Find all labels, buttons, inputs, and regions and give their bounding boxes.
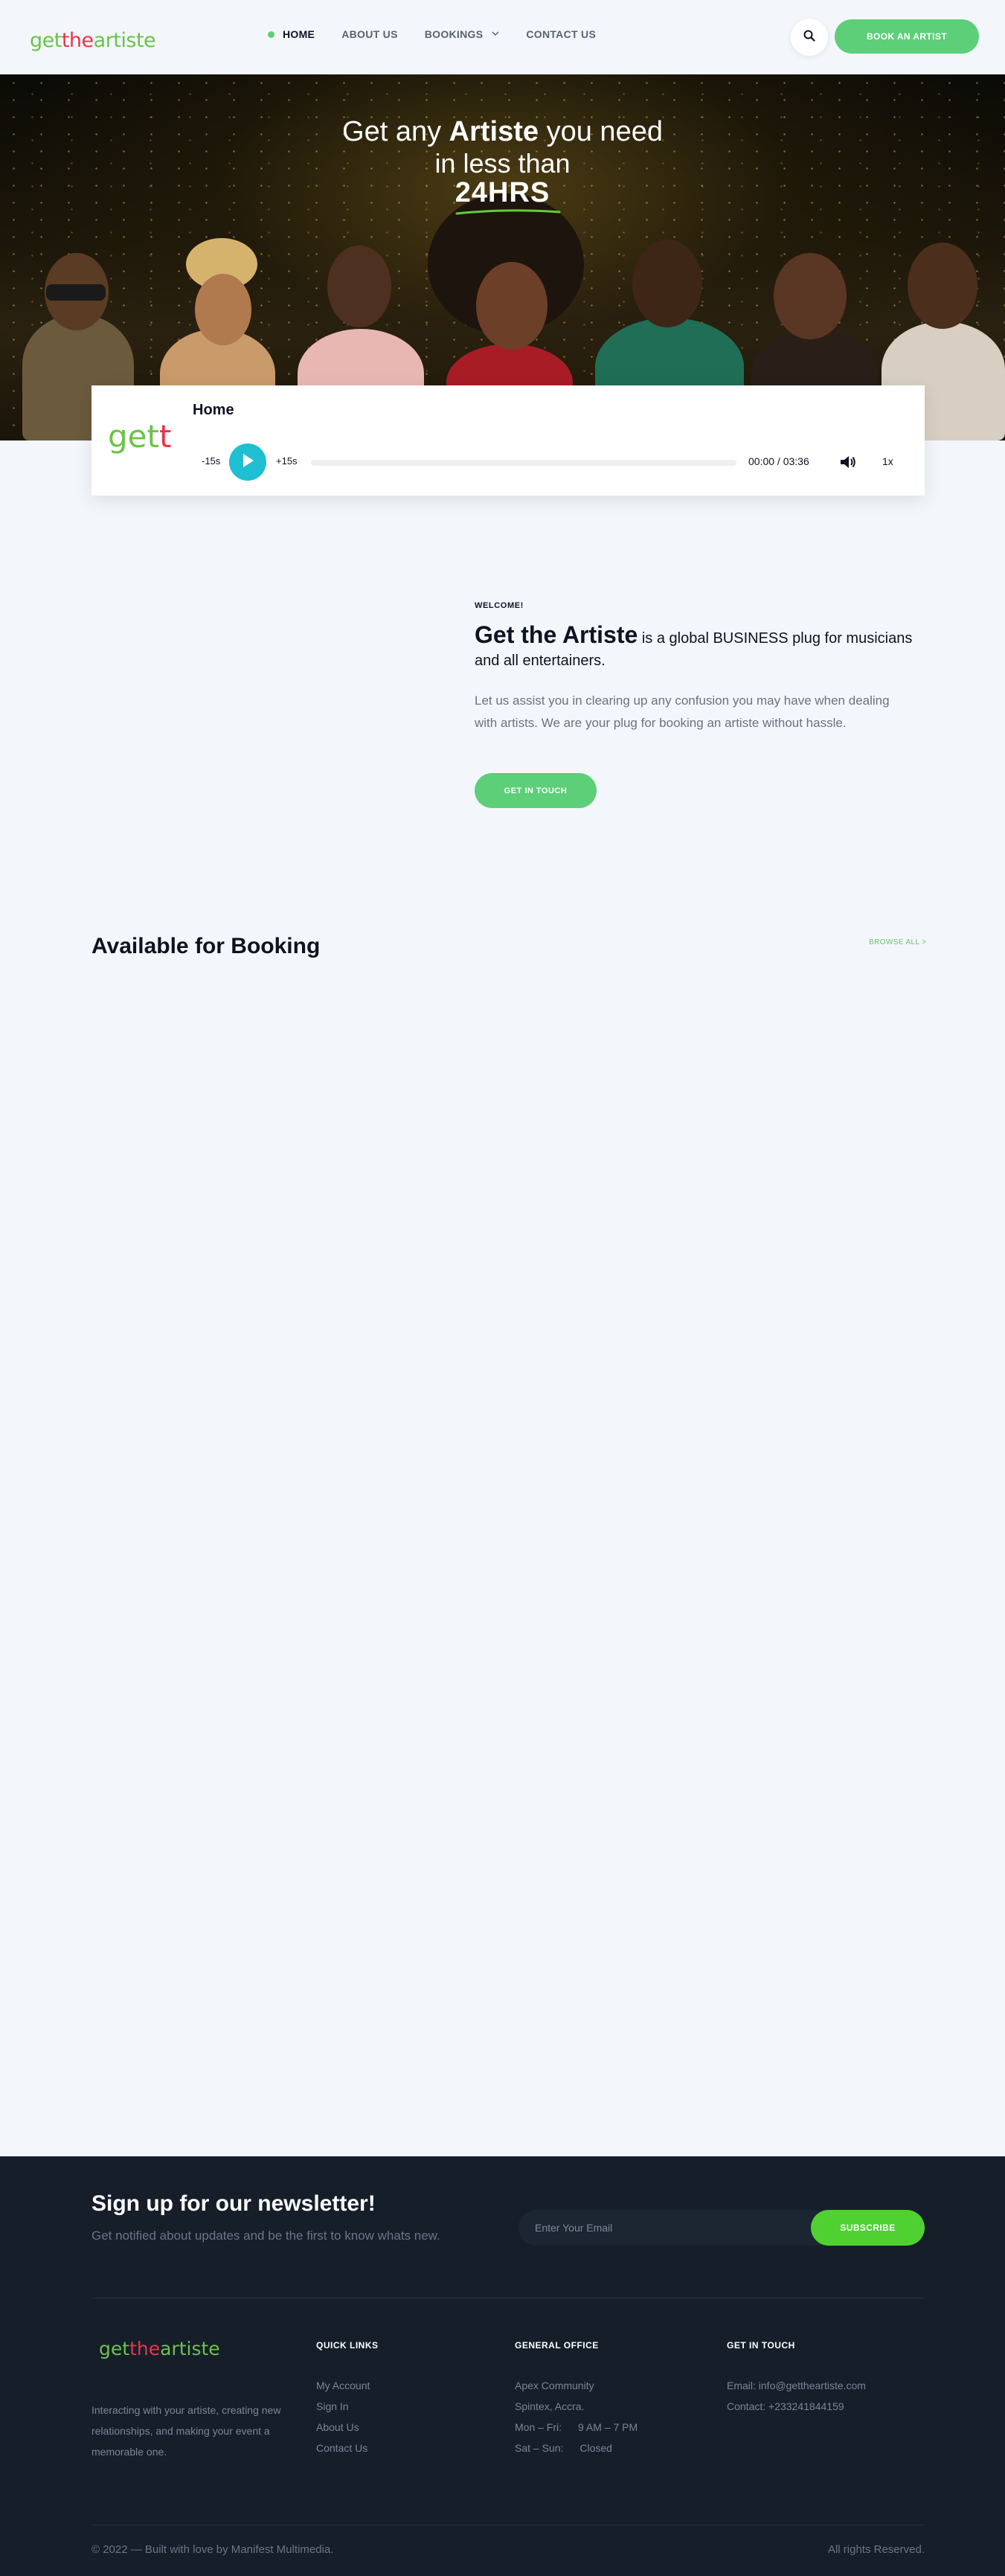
track-title: Home xyxy=(193,402,234,418)
hero-highlight: 24HRS xyxy=(455,177,550,208)
hero-subline: in less than xyxy=(434,148,571,179)
office-hours-day: Mon – Fri: xyxy=(515,2421,562,2433)
nav-item-label: ABOUT US xyxy=(341,28,398,40)
volume-button[interactable] xyxy=(839,454,857,474)
quick-links-list: My Account Sign In About Us Contact Us xyxy=(316,2375,370,2458)
contact-details: Email: info@gettheartiste.com Contact: +… xyxy=(727,2375,866,2417)
nav-item-label: BOOKINGS xyxy=(424,28,484,40)
welcome-eyebrow: WELCOME! xyxy=(475,601,524,610)
contact-email[interactable]: Email: info@gettheartiste.com xyxy=(727,2375,866,2396)
playback-rate-button[interactable]: 1x xyxy=(882,455,893,467)
site-header: get the artiste HOME ABOUT US BOOKINGS CON… xyxy=(0,0,1005,74)
welcome-heading-bold: Get the Artiste xyxy=(475,621,638,648)
hero-headline-post: you need xyxy=(539,116,663,147)
office-address-line: Spintex, Accra. xyxy=(515,2400,585,2412)
welcome-description: Let us assist you in clearing up any con… xyxy=(475,693,890,730)
office-hours-row: Sat – Sun: Closed xyxy=(515,2438,638,2458)
subscribe-button[interactable]: SUBSCRIBE xyxy=(811,2210,925,2246)
copyright-text: © 2022 — Built with love by Manifest Mul… xyxy=(91,2543,334,2556)
search-button[interactable] xyxy=(791,19,828,56)
footer-logo[interactable]: gettheartiste xyxy=(99,2338,220,2359)
progress-bar[interactable] xyxy=(311,460,736,466)
footer-link-sign-in[interactable]: Sign In xyxy=(316,2396,370,2417)
office-hours-time: 9 AM – 7 PM xyxy=(578,2421,638,2433)
nav-item-label: CONTACT US xyxy=(526,28,597,40)
hero-underline-swoosh xyxy=(455,209,561,215)
search-icon xyxy=(803,30,815,45)
contact-phone[interactable]: Contact: +233241844159 xyxy=(727,2396,866,2417)
hero-headline: Get any Artiste you need xyxy=(0,118,1005,146)
player-artwork: gett xyxy=(108,418,172,455)
rights-text: All rights Reserved. xyxy=(827,2543,925,2556)
nav-item-bookings[interactable]: BOOKINGS xyxy=(425,28,500,40)
general-office-heading: GENERAL OFFICE xyxy=(515,2340,599,2351)
volume-icon xyxy=(839,456,857,473)
chevron-down-icon xyxy=(492,31,499,39)
book-artist-button[interactable]: BOOK AN ARTIST xyxy=(835,19,979,54)
newsletter-subtitle: Get notified about updates and be the fi… xyxy=(91,2229,440,2243)
footer-link-contact-us[interactable]: Contact Us xyxy=(316,2438,370,2458)
nav-item-contact[interactable]: CONTACT US xyxy=(526,28,596,40)
general-office-details: Apex Community Spintex, Accra. Mon – Fri… xyxy=(515,2375,638,2458)
office-address-line: Apex Community xyxy=(515,2380,594,2391)
office-hours-row: Mon – Fri: 9 AM – 7 PM xyxy=(515,2417,638,2438)
nav-item-home[interactable]: HOME xyxy=(268,28,315,40)
nav-item-about[interactable]: ABOUT US xyxy=(341,28,398,40)
hero-headline-bold: Artiste xyxy=(449,116,539,147)
time-current: 00:00 xyxy=(748,455,775,467)
footer-link-about-us[interactable]: About Us xyxy=(316,2417,370,2438)
office-hours-time: Closed xyxy=(579,2442,612,2454)
hero-headline-pre: Get any xyxy=(342,116,449,147)
office-hours-day: Sat – Sun: xyxy=(515,2442,564,2454)
footer-about-text: Interacting with your artiste, creating … xyxy=(91,2404,281,2458)
forward-button[interactable]: +15s xyxy=(276,455,298,467)
get-in-touch-button[interactable]: GET IN TOUCH xyxy=(475,773,597,808)
time-total: 03:36 xyxy=(783,455,809,467)
footer-link-my-account[interactable]: My Account xyxy=(316,2375,370,2396)
welcome-heading: Get the Artiste is a global BUSINESS plu… xyxy=(475,621,921,672)
site-footer: Sign up for our newsletter! Get notified… xyxy=(0,2156,1005,2576)
quick-links-heading: QUICK LINKS xyxy=(316,2340,379,2351)
browse-all-link[interactable]: BROWSE ALL > xyxy=(869,938,927,946)
site-logo[interactable]: get the artiste xyxy=(30,19,156,52)
nav-item-label: HOME xyxy=(283,28,315,40)
get-in-touch-heading: GET IN TOUCH xyxy=(727,2340,795,2351)
booking-section-title: Available for Booking xyxy=(91,934,321,958)
time-display: 00:00 / 03:36 xyxy=(748,455,809,467)
main-nav: HOME ABOUT US BOOKINGS CONTACT US xyxy=(268,28,623,40)
play-button[interactable] xyxy=(229,443,266,481)
active-indicator xyxy=(268,31,274,38)
audio-player: gett Home -15s +15s 00:00 / 03:36 1x xyxy=(91,385,925,496)
rewind-button[interactable]: -15s xyxy=(202,455,220,467)
play-icon xyxy=(241,453,254,472)
newsletter-title: Sign up for our newsletter! xyxy=(91,2191,376,2216)
